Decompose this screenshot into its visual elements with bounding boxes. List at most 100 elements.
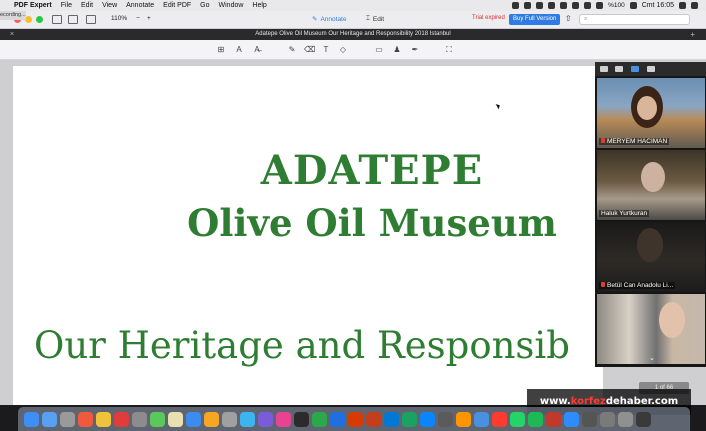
zoom-out-button[interactable]: − [136,15,140,22]
document-tab-bar: × Adatepe Olive Oil Museum Our Heritage … [0,29,706,40]
dock-app-icon[interactable] [312,411,327,427]
chevron-down-icon[interactable]: ⌄ [649,354,655,362]
dock-app-icon[interactable] [186,411,201,427]
dock-app-icon[interactable] [204,411,219,427]
thumbnails-icon[interactable] [68,15,78,24]
minimize-window-button[interactable] [25,16,32,23]
dock [18,407,690,431]
dock-app-icon[interactable] [78,411,93,427]
dock-app-icon[interactable] [222,411,237,427]
dock-app-icon[interactable] [150,411,165,427]
selection-tool-icon[interactable]: ⛶ [444,45,454,55]
control-center-icon[interactable] [691,2,698,9]
menu-view[interactable]: View [102,2,117,9]
speaker-view-icon[interactable] [615,66,623,72]
dock-app-icon[interactable] [366,411,381,427]
dock-app-icon[interactable] [402,411,417,427]
cloud-icon[interactable] [536,2,544,9]
record-icon[interactable] [548,2,556,9]
dock-app-icon[interactable] [330,411,345,427]
wifi-icon[interactable] [596,2,604,9]
subheading: Our Heritage and Responsib [34,324,570,367]
comment-icon[interactable]: ▭ [374,45,384,55]
dock-app-icon[interactable] [510,411,525,427]
menu-annotate[interactable]: Annotate [126,2,154,9]
dock-app-icon[interactable] [384,411,399,427]
dock-app-icon[interactable] [60,411,75,427]
menu-app-name[interactable]: PDF Expert [14,2,52,9]
dock-app-icon[interactable] [546,411,561,427]
buy-full-version-button[interactable]: Buy Full Version [509,14,561,25]
spotlight-search-icon[interactable] [679,2,686,9]
share-icon[interactable]: ⇧ [565,14,572,23]
add-tab-icon[interactable]: + [690,29,695,40]
dock-app-icon[interactable] [276,411,291,427]
grid-view-icon[interactable] [86,15,96,24]
clock-icon[interactable] [560,2,568,9]
maximize-window-button[interactable] [36,16,43,23]
video-panel-header [595,62,706,76]
gallery-view-icon[interactable] [647,66,655,72]
shapes-icon[interactable]: ◇ [338,45,348,55]
text-highlight-icon[interactable]: A [234,45,244,55]
dock-app-icon[interactable] [132,411,147,427]
strip-view-icon[interactable] [631,66,639,72]
dock-app-icon[interactable] [636,411,651,427]
dock-app-icon[interactable] [240,411,255,427]
document-title[interactable]: Adatepe Olive Oil Museum Our Heritage an… [255,31,450,37]
dock-app-icon[interactable] [582,411,597,427]
menu-go[interactable]: Go [200,2,209,9]
participant-tile[interactable]: MERYEM HACIMAN [597,78,705,148]
dock-app-icon[interactable] [600,411,615,427]
zoom-in-button[interactable]: + [147,15,151,22]
menu-edit-pdf[interactable]: Edit PDF [163,2,191,9]
eraser-icon[interactable]: ⌫ [304,45,315,55]
strikethrough-icon[interactable]: A̶ [252,45,262,55]
close-tab-icon[interactable]: × [10,29,14,40]
text-tool-icon[interactable]: T [321,45,331,55]
annotate-label: Annotate [320,15,347,23]
menu-edit[interactable]: Edit [81,2,93,9]
dock-app-icon[interactable] [456,411,471,427]
dock-app-icon[interactable] [258,411,273,427]
dock-app-icon[interactable] [42,411,57,427]
camera-status-icon[interactable] [524,2,532,9]
dock-app-icon[interactable] [114,411,129,427]
display-icon[interactable] [572,2,580,9]
dock-app-icon[interactable] [438,411,453,427]
mic-muted-icon [601,282,605,287]
edit-mode-button[interactable]: ⌶ Edit [366,15,384,23]
participant-tile[interactable]: Betül Can Anadolu Li... [597,222,705,292]
text-style-icon[interactable]: ⊞ [216,45,226,55]
stamp-icon[interactable]: ♟ [392,45,402,55]
signature-icon[interactable]: ✒ [410,45,420,55]
menubar-clock[interactable]: Cmt 16:05 [642,2,674,9]
bluetooth-icon[interactable] [584,2,592,9]
dock-app-icon[interactable] [348,411,363,427]
annotate-mode-button[interactable]: ✎ Annotate [312,15,347,24]
dock-app-icon[interactable] [96,411,111,427]
dock-app-icon[interactable] [492,411,507,427]
sidebar-toggle-icon[interactable] [52,15,62,24]
menu-window[interactable]: Window [219,2,244,9]
dock-app-icon[interactable] [168,411,183,427]
menu-file[interactable]: File [61,2,72,9]
dock-app-icon[interactable] [474,411,489,427]
dock-app-icon[interactable] [528,411,543,427]
zoom-level-dropdown[interactable]: 110% [109,15,129,22]
dock-app-icon[interactable] [24,411,39,427]
minimize-panel-icon[interactable] [600,66,608,72]
dock-app-icon[interactable] [618,411,633,427]
dock-app-icon[interactable] [564,411,579,427]
menu-help[interactable]: Help [252,2,266,9]
dock-app-icon[interactable] [420,411,435,427]
search-input[interactable]: ⌕ [579,14,690,25]
participant-tile[interactable]: Haluk Yurtkuran [597,150,705,220]
dock-app-icon[interactable] [294,411,309,427]
recording-indicator: ecording... [0,11,26,20]
zoom-status-icon[interactable] [512,2,520,9]
battery-icon[interactable] [629,2,637,9]
edit-label: Edit [372,15,385,23]
pen-tool-icon[interactable]: ✎ [287,45,297,55]
participant-name: MERYEM HACIMAN [599,138,670,145]
